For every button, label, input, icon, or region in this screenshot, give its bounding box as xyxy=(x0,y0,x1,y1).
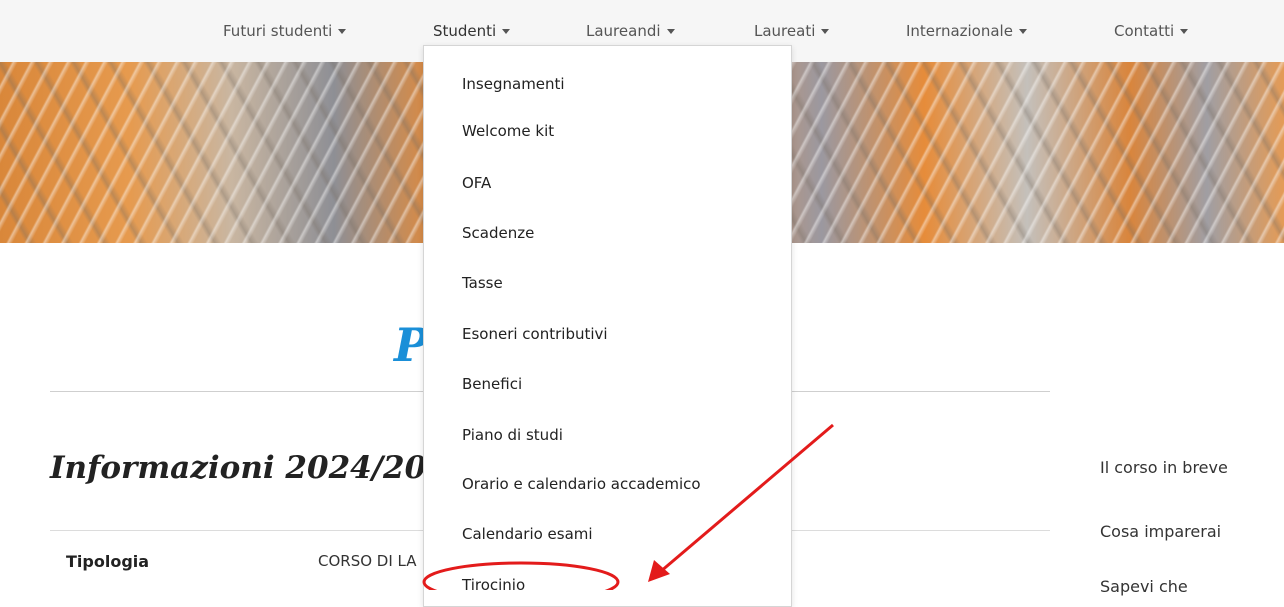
caret-down-icon xyxy=(1180,29,1189,34)
menu-item-insegnamenti[interactable]: Insegnamenti xyxy=(462,75,565,93)
menu-item-ofa[interactable]: OFA xyxy=(462,174,491,192)
info-heading: Informazioni 2024/202 xyxy=(50,450,448,486)
menu-item-tirocinio[interactable]: Tirocinio xyxy=(462,576,525,594)
menu-item-benefici[interactable]: Benefici xyxy=(462,375,522,393)
menu-item-welcome-kit[interactable]: Welcome kit xyxy=(462,122,554,140)
nav-contatti[interactable]: Contatti xyxy=(1114,22,1189,40)
caret-down-icon xyxy=(1018,29,1027,34)
menu-item-orario-calendario-accademico[interactable]: Orario e calendario accademico xyxy=(462,475,701,493)
caret-down-icon xyxy=(666,29,675,34)
nav-laureandi[interactable]: Laureandi xyxy=(586,22,675,40)
side-link-sapevi-che[interactable]: Sapevi che xyxy=(1100,577,1188,596)
menu-item-piano-di-studi[interactable]: Piano di studi xyxy=(462,426,563,444)
nav-studenti[interactable]: Studenti xyxy=(433,22,511,40)
caret-down-icon xyxy=(821,29,830,34)
menu-item-calendario-esami[interactable]: Calendario esami xyxy=(462,525,593,543)
nav-label: Laureati xyxy=(754,22,816,40)
menu-item-tasse[interactable]: Tasse xyxy=(462,274,503,292)
nav-internazionale[interactable]: Internazionale xyxy=(906,22,1027,40)
nav-futuri-studenti[interactable]: Futuri studenti xyxy=(223,22,347,40)
menu-item-esoneri-contributivi[interactable]: Esoneri contributivi xyxy=(462,325,608,343)
nav-label: Laureandi xyxy=(586,22,661,40)
studenti-dropdown-menu: Insegnamenti Welcome kit OFA Scadenze Ta… xyxy=(423,45,792,607)
table-row-value: CORSO DI LA xyxy=(318,552,417,570)
side-link-cosa-imparerai[interactable]: Cosa imparerai xyxy=(1100,522,1221,541)
table-row-label: Tipologia xyxy=(66,552,150,571)
menu-item-scadenze[interactable]: Scadenze xyxy=(462,224,534,242)
caret-down-icon xyxy=(338,29,347,34)
nav-label: Studenti xyxy=(433,22,497,40)
nav-label: Futuri studenti xyxy=(223,22,333,40)
nav-laureati[interactable]: Laureati xyxy=(754,22,830,40)
nav-label: Internazionale xyxy=(906,22,1013,40)
side-link-corso-in-breve[interactable]: Il corso in breve xyxy=(1100,458,1228,477)
nav-label: Contatti xyxy=(1114,22,1175,40)
caret-down-icon xyxy=(502,29,511,34)
